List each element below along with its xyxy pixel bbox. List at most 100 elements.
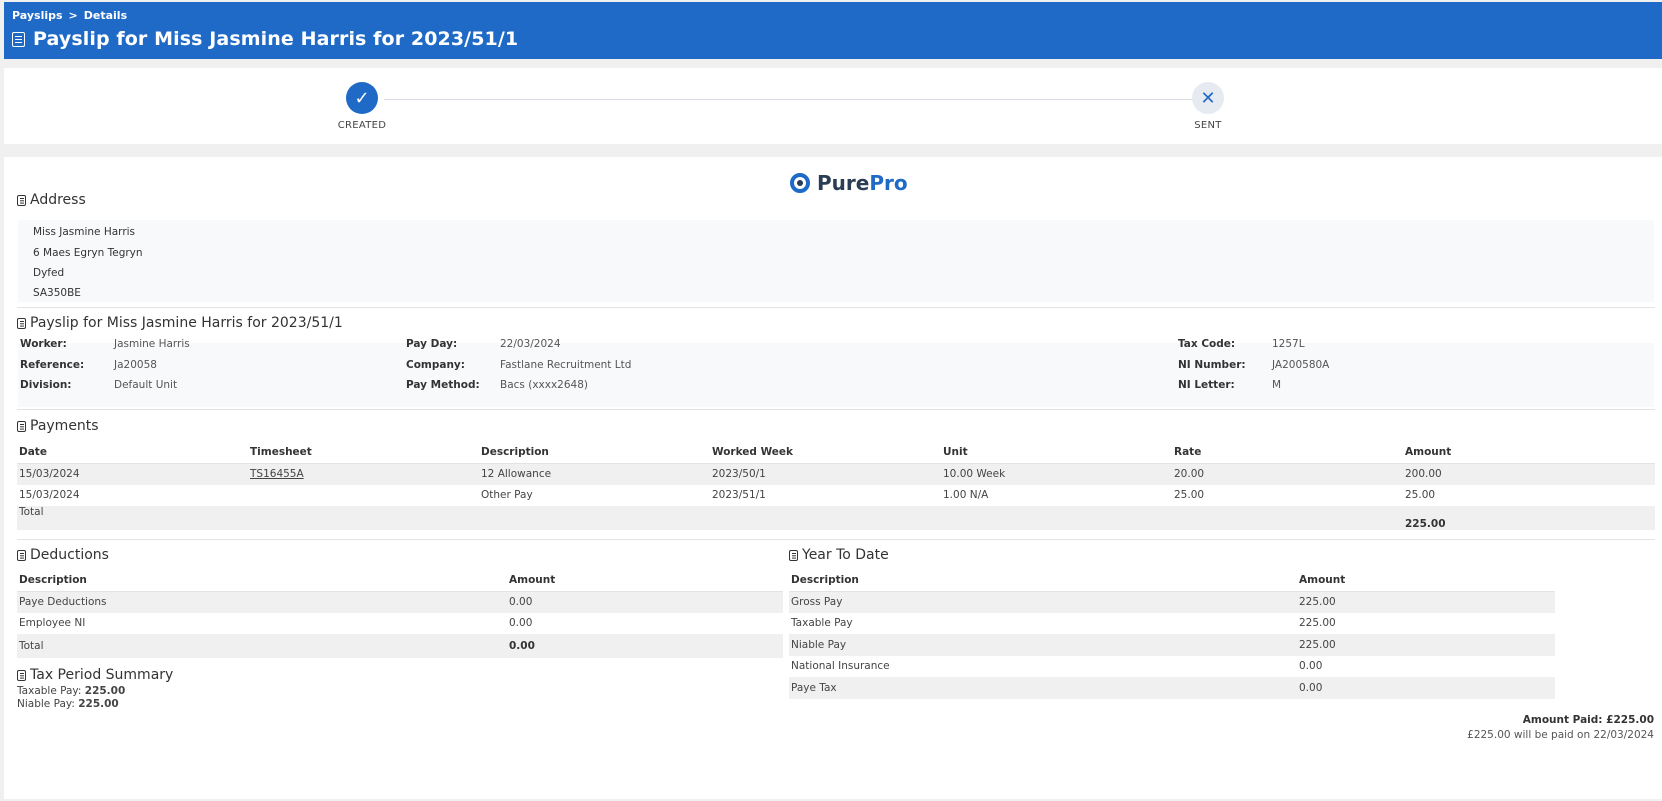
table-row: 15/03/2024 TS16455A 12 Allowance 2023/50… [17, 463, 1655, 485]
taxable-pay-line: Taxable Pay: 225.00 [17, 685, 125, 697]
purepro-logo: PurePro [790, 171, 908, 195]
division-value-wrap: Default Unit [114, 379, 177, 391]
tax-summary-block: Taxable Pay: 225.00 Niable Pay: 225.00 [17, 685, 125, 710]
worker-field: Worker: [20, 338, 67, 350]
table-cell: 0.00 [507, 591, 783, 613]
payslip-document: PurePro Address Miss Jasmine Harris 6 Ma… [4, 157, 1662, 799]
niable-pay-line: Niable Pay: 225.00 [17, 698, 125, 710]
table-cell: Paye Tax [789, 677, 1297, 699]
ytd-section-title: Year To Date [789, 547, 889, 563]
table-cell: 25.00 [1405, 489, 1436, 502]
tax-summary-title-text: Tax Period Summary [30, 667, 174, 683]
table-cell: 10.00 Week [941, 463, 1172, 485]
worker-value-wrap: Jasmine Harris [114, 338, 190, 350]
page-title: Payslip for Miss Jasmine Harris for 2023… [12, 28, 1654, 50]
reference-value: Ja20058 [114, 359, 157, 371]
table-cell: 15/03/2024 [17, 463, 248, 485]
table-cell: 0.00 [509, 617, 533, 630]
address-title-text: Address [30, 192, 86, 208]
table-cell: 15/03/2024 [19, 489, 80, 502]
table-cell: TS16455A [248, 463, 479, 485]
table-row: Gross Pay 225.00 [789, 591, 1555, 613]
reference-label: Reference: [20, 359, 85, 371]
ni-letter-value: M [1272, 379, 1282, 391]
address-line: SA350BE [33, 287, 81, 299]
cross-icon: ✕ [1192, 82, 1224, 114]
pay-method-field: Pay Method: [406, 379, 480, 391]
table-cell [248, 485, 479, 507]
company-value-wrap: Fastlane Recruitment Ltd [500, 359, 631, 371]
payslip-info-block: Worker: Jasmine Harris Reference: Ja2005… [18, 338, 1654, 407]
address-line: 6 Maes Egryn Tegryn [33, 247, 143, 259]
logo-mark-icon [790, 173, 810, 193]
amount-paid-value: £225.00 [1606, 714, 1654, 726]
tax-code-value: 1257L [1272, 338, 1305, 350]
table-cell: 225.00 [1297, 634, 1555, 656]
table-cell: Niable Pay [789, 634, 1297, 656]
taxable-pay-value: 225.00 [84, 685, 126, 697]
status-stepper: ✓ CREATED ✕ SENT [4, 68, 1662, 144]
company-label: Company: [406, 359, 465, 371]
breadcrumb: Payslips > Details [12, 9, 1654, 22]
check-icon: ✓ [346, 82, 378, 114]
column-header: Amount [1403, 441, 1655, 464]
table-cell: Gross Pay [789, 591, 1297, 613]
niable-pay-label: Niable Pay: [17, 698, 75, 710]
division-value: Default Unit [114, 379, 178, 391]
table-total-row: Total 0.00 [17, 634, 783, 658]
reference-value-wrap: Ja20058 [114, 359, 157, 371]
breadcrumb-current: Details [83, 9, 128, 22]
total-value: 0.00 [507, 634, 783, 658]
table-row: Taxable Pay 225.00 [789, 613, 1555, 635]
ni-letter-label: NI Letter: [1178, 379, 1235, 391]
page-title-text: Payslip for Miss Jasmine Harris for 2023… [33, 28, 519, 50]
column-header: Amount [507, 569, 783, 592]
table-cell: National Insurance [791, 660, 890, 673]
logo-text-pure: Pure [817, 171, 870, 195]
pay-method-value: Bacs (xxxx2648) [500, 379, 588, 391]
table-cell: Paye Deductions [17, 591, 507, 613]
document-icon [789, 549, 798, 561]
table-cell: 25.00 [1174, 489, 1205, 502]
document-icon [17, 317, 26, 329]
table-header-row: Date Timesheet Description Worked Week U… [17, 441, 1655, 464]
address-section-title: Address [17, 192, 86, 208]
reference-field: Reference: [20, 359, 84, 371]
column-header: Description [479, 441, 710, 464]
table-cell: Taxable Pay [791, 617, 853, 630]
tax-code-value-wrap: 1257L [1272, 338, 1305, 350]
total-label: Total [17, 634, 507, 658]
pay-day-value: 22/03/2024 [500, 338, 561, 350]
deductions-title-text: Deductions [30, 547, 109, 563]
column-header: Date [17, 441, 248, 464]
ni-letter-field: NI Letter: [1178, 379, 1235, 391]
breadcrumb-payslips-link[interactable]: Payslips [12, 9, 63, 22]
step-created-label: CREATED [337, 120, 387, 131]
timesheet-link[interactable]: TS16455A [250, 468, 304, 480]
division-field: Division: [20, 379, 72, 391]
address-block: Miss Jasmine Harris 6 Maes Egryn Tegryn … [18, 220, 1654, 302]
pay-method-value-wrap: Bacs (xxxx2648) [500, 379, 588, 391]
deductions-table: Description Amount Paye Deductions 0.00 … [17, 569, 783, 658]
table-row: Paye Tax 0.00 [789, 677, 1555, 699]
ytd-table: Description Amount Gross Pay 225.00 Taxa… [789, 569, 1555, 699]
breadcrumb-separator: > [68, 9, 78, 22]
column-header: Description [789, 569, 1297, 592]
address-line: Dyfed [33, 267, 65, 279]
table-cell: 0.00 [1299, 660, 1323, 673]
table-cell: Other Pay [481, 489, 533, 502]
tax-code-field: Tax Code: [1178, 338, 1235, 350]
payments-title-text: Payments [30, 418, 99, 434]
total-label: Total [17, 506, 248, 530]
divider [17, 307, 1655, 308]
table-cell: Employee NI [19, 617, 86, 630]
table-cell: 12 Allowance [479, 463, 710, 485]
worker-value: Jasmine Harris [114, 338, 190, 350]
payment-date-note: £225.00 will be paid on 22/03/2024 [1467, 729, 1654, 741]
table-cell: 1.00 N/A [943, 489, 989, 502]
column-header: Amount [1297, 569, 1555, 592]
division-label: Division: [20, 379, 72, 391]
payslip-title-text: Payslip for Miss Jasmine Harris for 2023… [30, 315, 343, 331]
table-cell: 200.00 [1403, 463, 1655, 485]
niable-pay-value: 225.00 [78, 698, 119, 710]
